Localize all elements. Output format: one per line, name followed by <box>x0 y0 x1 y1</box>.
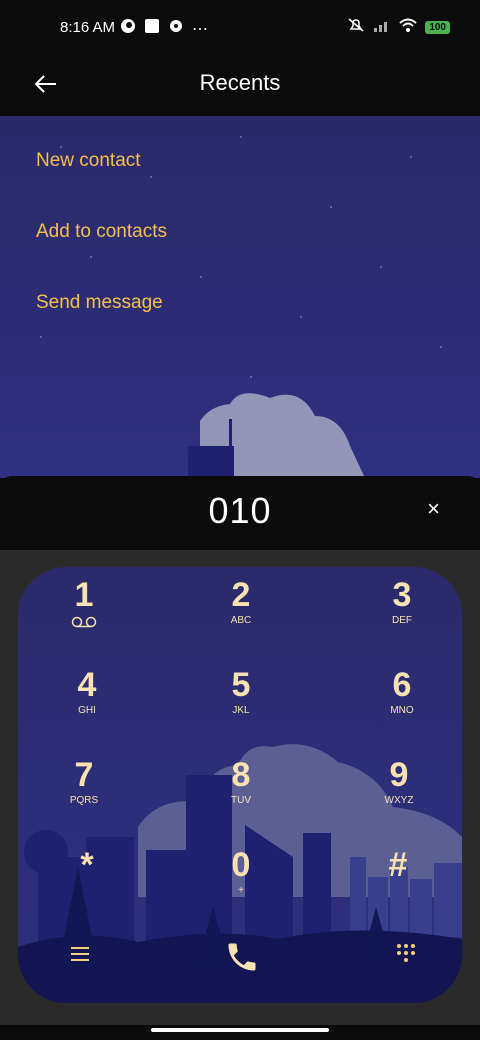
new-contact-option[interactable]: New contact <box>36 150 141 172</box>
key-digit: 0 <box>231 846 251 884</box>
mute-icon <box>347 17 365 38</box>
vpn-icon <box>120 18 136 39</box>
menu-button[interactable] <box>70 945 92 968</box>
add-to-contacts-option[interactable]: Add to contacts <box>36 221 167 243</box>
key-2[interactable]: 2 ABC <box>181 575 301 655</box>
key-6[interactable]: 6 MNO <box>342 665 462 745</box>
more-icon: ⋯ <box>192 20 208 38</box>
key-4[interactable]: 4 GHI <box>27 665 147 745</box>
key-digit: 1 <box>74 576 94 614</box>
key-7[interactable]: 7 PQRS <box>24 755 144 835</box>
app-bar: Recents <box>0 56 480 116</box>
menu-icon <box>71 947 89 961</box>
dialpad-icon <box>397 944 415 962</box>
key-letters: TUV <box>231 795 251 806</box>
key-digit: 3 <box>392 576 412 614</box>
settings-icon <box>168 18 184 39</box>
key-digit: 8 <box>231 756 251 794</box>
dialpad: 1 2 ABC 3 DEF 4 GHI 5 JKL 6 MNO 7 PQRS 8… <box>18 567 462 1003</box>
key-0[interactable]: 0 + <box>181 845 301 925</box>
key-9[interactable]: 9 WXYZ <box>339 755 459 835</box>
key-digit: 7 <box>74 756 94 794</box>
status-time: 8:16 AM <box>60 19 116 36</box>
status-left-icons: ⋯ <box>120 18 208 39</box>
key-letters: + <box>238 885 244 896</box>
key-digit: # <box>388 846 408 884</box>
key-letters: DEF <box>392 615 412 626</box>
dialpad-toggle-button[interactable] <box>396 943 416 968</box>
battery-indicator: 100 <box>425 21 450 34</box>
key-letters: GHI <box>78 705 96 716</box>
key-digit: 4 <box>77 666 97 704</box>
key-digit: 9 <box>389 756 409 794</box>
key-letters: WXYZ <box>384 795 414 806</box>
signal-icon <box>373 18 391 37</box>
key-5[interactable]: 5 JKL <box>181 665 301 745</box>
key-3[interactable]: 3 DEF <box>342 575 462 655</box>
send-message-option[interactable]: Send message <box>36 292 163 314</box>
key-letters: MNO <box>390 705 414 716</box>
phone-icon <box>228 943 256 971</box>
dial-header: 010 × <box>0 476 480 550</box>
voicemail-icon <box>24 615 144 629</box>
wifi-icon <box>399 18 417 37</box>
status-right-icons: 100 <box>347 17 450 38</box>
dialed-number: 010 <box>208 490 272 531</box>
key-letters: JKL <box>232 705 250 716</box>
page-title: Recents <box>199 70 281 95</box>
key-letters: ABC <box>230 615 252 626</box>
status-bar: 8:16 AM ⋯ 100 <box>0 0 480 56</box>
key-digit: * <box>80 846 94 884</box>
home-indicator[interactable] <box>151 1028 329 1032</box>
key-star[interactable]: * <box>27 845 147 925</box>
clear-button[interactable]: × <box>427 496 440 522</box>
square-icon <box>144 18 160 39</box>
key-digit: 2 <box>231 576 251 614</box>
key-letters: PQRS <box>69 795 99 806</box>
key-1[interactable]: 1 <box>24 575 144 655</box>
background-scene: New contact Add to contacts Send message <box>0 116 480 478</box>
key-hash[interactable]: # <box>338 845 458 925</box>
key-digit: 6 <box>392 666 412 704</box>
call-button[interactable] <box>224 939 260 980</box>
key-8[interactable]: 8 TUV <box>181 755 301 835</box>
key-digit: 5 <box>231 666 251 704</box>
